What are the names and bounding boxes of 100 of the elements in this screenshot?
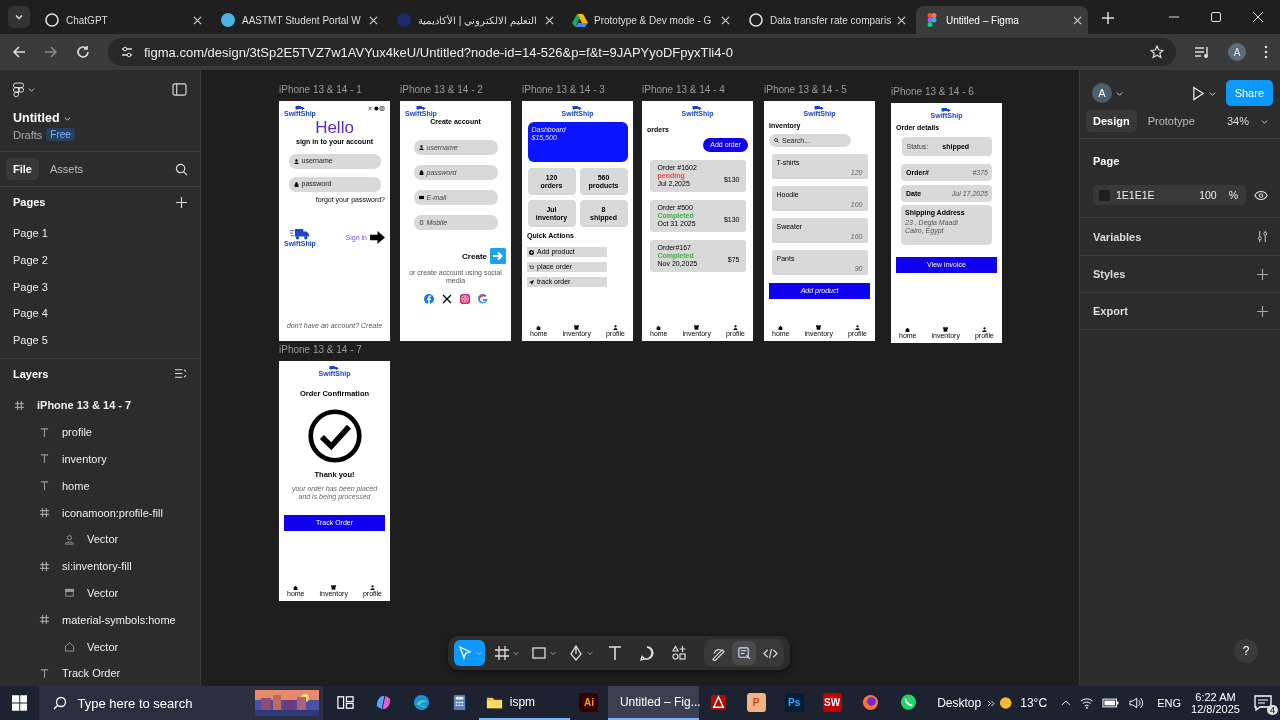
media-icon[interactable]	[1194, 45, 1210, 59]
page-item[interactable]: Page 1	[13, 220, 187, 247]
close-icon[interactable]	[897, 15, 906, 25]
illustrator-taskbar-button[interactable]: Ai	[569, 686, 608, 720]
search-icon[interactable]	[53, 696, 68, 710]
layer-item[interactable]: inventory	[62, 452, 107, 465]
chrome-taskbar-button[interactable]: Untitled – Fig...	[607, 686, 700, 720]
pen-icon[interactable]	[568, 645, 584, 661]
chevron-icon[interactable]	[987, 698, 996, 708]
sidebar-toggle-icon[interactable]	[172, 83, 187, 96]
add-icon[interactable]	[1257, 305, 1268, 317]
page-item[interactable]: Page 2	[13, 246, 187, 274]
close-icon[interactable]	[545, 15, 554, 25]
layer-item[interactable]: home	[62, 479, 90, 492]
file-name[interactable]: Untitled	[13, 111, 60, 125]
page-item[interactable]: Page 5	[13, 327, 187, 354]
taskbar-search-field[interactable]: Type here to search	[39, 686, 323, 720]
caret-icon[interactable]	[1261, 117, 1268, 125]
page-item[interactable]: Page 3	[13, 273, 187, 301]
explorer-taskbar-button[interactable]: ispm	[478, 686, 570, 720]
back-icon[interactable]	[12, 45, 26, 59]
add-icon[interactable]	[1257, 268, 1268, 280]
user-avatar[interactable]: A	[1092, 83, 1112, 103]
layer-item[interactable]: material-symbols:home	[62, 613, 176, 626]
frame-label[interactable]: iPhone 13 & 14 - 4	[642, 84, 725, 95]
clock-date[interactable]: 12/8/2025	[1191, 703, 1240, 715]
clock-time[interactable]: 6:22 AM	[1195, 691, 1236, 703]
panel-tab[interactable]: File	[6, 158, 39, 180]
frame-label[interactable]: iPhone 13 & 14 - 6	[891, 86, 974, 97]
forward-icon[interactable]	[44, 45, 58, 59]
weather-temperature[interactable]: 13°C	[1020, 696, 1048, 710]
browser-tab[interactable]: AASTMT Student Portal W	[212, 6, 384, 34]
battery-icon[interactable]	[1102, 698, 1120, 708]
close-icon[interactable]	[721, 15, 730, 25]
desktop-toolbar-label[interactable]: Desktop	[937, 696, 982, 710]
firefox-icon[interactable]	[860, 692, 880, 712]
photoshop-taskbar-button[interactable]: Ps	[775, 686, 814, 720]
caret-icon[interactable]	[1116, 89, 1123, 97]
layer-item[interactable]: si:inventory-fill	[62, 560, 132, 573]
frame-label[interactable]: iPhone 13 & 14 - 3	[522, 84, 605, 95]
sliders-icon[interactable]	[1257, 230, 1268, 243]
close-icon[interactable]	[369, 15, 378, 25]
collapse-layers-icon[interactable]	[174, 368, 187, 380]
figma-menu-icon[interactable]	[13, 82, 24, 97]
panel-tab[interactable]: Design	[1086, 110, 1137, 132]
windows-start-icon[interactable]	[12, 695, 28, 711]
layer-item[interactable]: iconamoon:profile-fill	[62, 506, 163, 519]
site-settings-icon[interactable]	[120, 45, 134, 59]
layer-item[interactable]: Vector	[87, 640, 119, 653]
panel-tab[interactable]: Prototype	[1140, 110, 1202, 132]
caret-icon[interactable]	[14, 12, 24, 22]
star-icon[interactable]	[1150, 45, 1164, 59]
team-name[interactable]: Drafts	[13, 128, 43, 141]
close-icon[interactable]	[1073, 15, 1082, 25]
layer-item[interactable]: Vector	[87, 586, 119, 599]
play-icon[interactable]	[1191, 85, 1205, 101]
panel-tab[interactable]: Assets	[42, 158, 90, 180]
solidworks-taskbar-button[interactable]: SW	[813, 686, 852, 720]
close-icon[interactable]	[1252, 11, 1264, 23]
frame-label[interactable]: iPhone 13 & 14 - 2	[400, 84, 483, 95]
eye-icon[interactable]	[1254, 189, 1268, 201]
close-icon[interactable]	[193, 15, 202, 25]
layer-item[interactable]: Track Order	[62, 667, 121, 680]
maximize-icon[interactable]	[1210, 11, 1222, 23]
browser-tab[interactable]: ChatGPT	[36, 6, 208, 34]
color-swatch[interactable]	[1099, 189, 1110, 201]
help-button[interactable]: ?	[1234, 639, 1258, 663]
layer-item[interactable]: profile	[62, 426, 92, 439]
edge-icon[interactable]	[412, 692, 432, 712]
browser-tab[interactable]: Data transfer rate comparis	[740, 6, 912, 34]
layer-item[interactable]: Vector	[87, 533, 119, 546]
reload-icon[interactable]	[76, 45, 90, 59]
tab-search-button[interactable]	[8, 6, 30, 28]
profile-avatar[interactable]: A	[1228, 43, 1246, 61]
search-icon[interactable]	[175, 162, 188, 176]
page-item[interactable]: Page 4	[13, 300, 187, 328]
shapes-icon[interactable]	[671, 645, 687, 661]
whatsapp-icon[interactable]	[898, 692, 918, 712]
caret-icon[interactable]	[1208, 89, 1216, 97]
caret-icon[interactable]	[28, 86, 35, 93]
chevron-up-icon[interactable]	[1061, 698, 1071, 708]
frame-icon[interactable]	[494, 645, 510, 661]
frame-label[interactable]: iPhone 13 & 14 - 5	[764, 84, 847, 95]
browser-tab[interactable]: Untitled – Figma	[916, 6, 1088, 34]
zoom-level[interactable]: 34%	[1226, 115, 1249, 127]
language-indicator[interactable]: ENG	[1157, 697, 1182, 709]
address-field[interactable]: figma.com/design/3tSp2E5TVZ7w1AVYux4keU/Untitled?node-id=14-526&p=f&t=9JAPYyoDFpyxTli4-0	[108, 38, 1176, 66]
browser-tab[interactable]: Prototype & Dev mode - G	[564, 6, 736, 34]
text-icon[interactable]	[607, 645, 623, 661]
fill-field[interactable]: 1E1E1E 100 %	[1093, 185, 1246, 205]
caret-icon[interactable]	[63, 114, 71, 122]
rectangle-icon[interactable]	[531, 645, 547, 661]
notifications-icon[interactable]	[1253, 695, 1272, 711]
menu-icon[interactable]	[1264, 45, 1268, 59]
frame-label[interactable]: iPhone 13 & 14 - 1	[279, 84, 362, 95]
layer-item[interactable]: iPhone 13 & 14 - 7	[37, 399, 132, 412]
acrobat-icon[interactable]	[708, 692, 728, 712]
speaker-icon[interactable]	[1128, 697, 1145, 709]
comment-icon[interactable]	[639, 645, 655, 661]
browser-tab[interactable]: التعليم الالكتروني | الأكاديمية	[388, 6, 560, 34]
